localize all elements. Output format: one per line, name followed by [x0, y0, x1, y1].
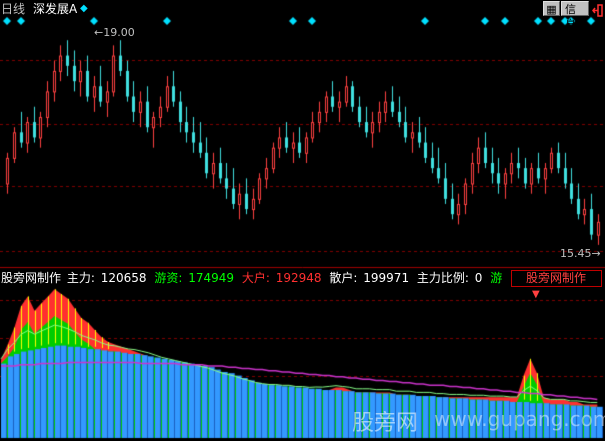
stock-chart-canvas[interactable]: [0, 0, 605, 441]
price-high-label: ←19.00: [94, 26, 135, 39]
price-low-value: 15.45: [560, 247, 592, 260]
indicator-selector-label: 股旁网制作: [526, 271, 587, 285]
exit-icon[interactable]: [592, 2, 603, 17]
price-low-label: 15.45→: [560, 247, 601, 260]
indicator-legend: 股旁网制作 主力: 120658 游资: 174949 大户: 192948 散…: [1, 271, 506, 285]
stock-marker-icon: ◆: [80, 3, 88, 14]
legend-big-holder: 大户: 192948: [241, 271, 322, 285]
legend-hot-money: 游资: 174949: [154, 271, 235, 285]
legend-main-ratio: 主力比例: 0: [416, 271, 483, 285]
period-label[interactable]: 日线: [1, 2, 25, 16]
chevron-down-icon: ▼: [532, 289, 540, 300]
info-button[interactable]: 信息: [561, 1, 589, 31]
stock-name: 深发展A: [33, 2, 78, 16]
watermark-url: www.gupang.com: [434, 407, 605, 431]
price-high-value: 19.00: [103, 26, 135, 39]
grid-view-icon[interactable]: ▦: [543, 1, 560, 16]
indicator-name: 股旁网制作: [1, 271, 62, 285]
legend-retail: 散户: 199971: [329, 271, 410, 285]
legend-hot-truncated: 游: [490, 271, 503, 285]
indicator-selector[interactable]: 股旁网制作 ▼: [511, 270, 602, 300]
legend-main-force: 主力: 120658: [66, 271, 147, 285]
watermark-cn: 股旁网: [352, 411, 419, 436]
